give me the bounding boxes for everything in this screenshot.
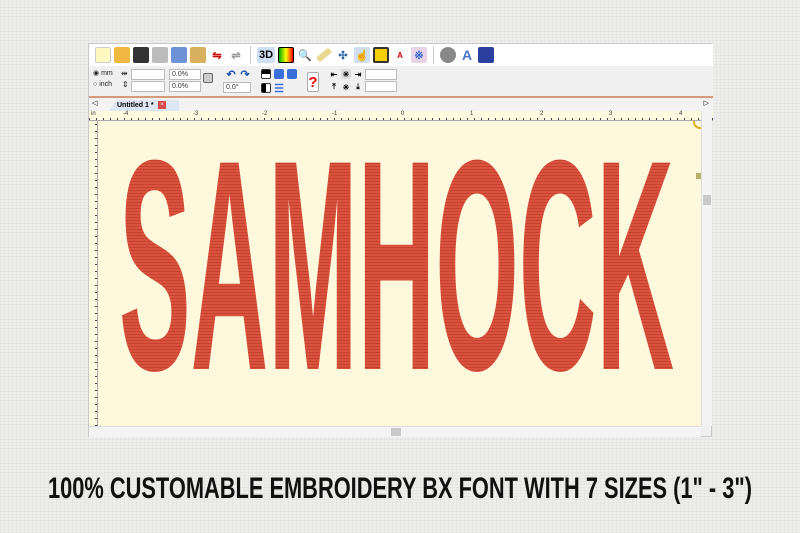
measure-icon[interactable] [315,47,333,63]
document-tabs: ◁ Untitled 1 * × ▷ [89,99,713,111]
caption-text: 100% CUSTOMABLE EMBROIDERY BX FONT WITH … [48,472,752,504]
new-file-icon[interactable] [95,47,111,63]
design-canvas[interactable]: SAMHOCK N [98,121,701,426]
align-bottom-edge-icon[interactable]: ⤓ [353,82,363,92]
height-icon: ⇕ [122,80,129,89]
rotate-right-icon[interactable]: ↷ [237,66,253,82]
vertical-scrollbar[interactable] [701,111,712,426]
ruler-unit: in [91,111,96,117]
list-icon[interactable]: ☰ [274,83,284,95]
align-left-icon[interactable] [261,83,271,93]
align-top-edge-icon[interactable]: ⤒ [329,82,339,92]
open-folder-icon[interactable] [114,47,130,63]
network-icon[interactable]: ※ [411,47,427,63]
print-icon[interactable] [152,47,168,63]
center-icon[interactable] [274,69,284,79]
properties-toolbar: ◉ mm ○ inch ⇹ ⇕ 0.0% 0.0% ↶ ↷ 0.0° ☰ ? ⇤… [89,66,713,98]
tab-scroll-left-icon[interactable]: ◁ [92,99,97,107]
unit-mm-label: mm [101,70,113,77]
horizontal-scroll-thumb[interactable] [391,428,401,436]
align-left-edge-icon[interactable]: ⇤ [329,69,339,79]
align-x-field[interactable] [365,69,397,80]
lock-ratio-icon[interactable] [203,73,213,83]
tab-scroll-right-icon[interactable]: ▷ [704,99,709,107]
horizontal-scrollbar[interactable] [89,426,701,437]
main-toolbar: ⇋ ⇌ 3D 🔍 ✣ ☝ A ※ A [89,44,713,66]
thread-spool-icon[interactable] [478,47,494,63]
toolbar-divider [433,46,434,64]
paste-icon[interactable] [190,47,206,63]
height-field[interactable] [131,81,165,92]
rotation-field[interactable]: 0.0° [223,82,251,93]
color-sequence-icon[interactable]: A [392,47,408,63]
stitch-tool-icon[interactable]: ✣ [335,47,351,63]
scale-x-field[interactable]: 0.0% [169,69,201,80]
mirror-horizontal-icon[interactable]: ⇋ [209,47,225,63]
distribute-icon[interactable] [287,69,297,79]
ruler-label: 4 [679,111,683,117]
caption-banner: 100% CUSTOMABLE EMBROIDERY BX FONT WITH … [48,472,752,504]
ruler-label: -1 [332,111,338,117]
lettering-icon[interactable]: A [459,47,475,63]
tab-title: Untitled 1 * [117,102,154,109]
mirror-vertical-icon[interactable]: ⇌ [228,47,244,63]
width-icon: ⇹ [121,69,128,78]
3d-view-button[interactable]: 3D [257,47,275,63]
settings-icon[interactable] [440,47,456,63]
tab-untitled-1[interactable]: Untitled 1 * [109,100,179,111]
unit-inch-radio[interactable]: ○ inch [93,81,112,88]
align-y-field[interactable] [365,81,397,92]
horizontal-ruler: in -4 -3 -2 -1 0 1 2 3 4 [89,111,713,121]
color-chart-icon[interactable] [278,47,294,63]
ruler-label: 1 [470,111,474,117]
select-pointer-icon[interactable]: ☝ [354,47,370,63]
zoom-icon[interactable]: 🔍 [297,47,313,63]
ruler-label: -2 [262,111,268,117]
scale-y-field[interactable]: 0.0% [169,81,201,92]
unit-mm-radio[interactable]: ◉ mm [93,69,113,77]
frame-icon[interactable] [373,47,389,63]
ruler-label: -4 [123,111,129,117]
ruler-label: -3 [193,111,199,117]
vertical-scroll-thumb[interactable] [703,195,711,205]
ruler-label: 2 [540,111,544,117]
align-center-h-icon[interactable]: ✳ [341,69,351,79]
align-top-icon[interactable] [261,69,271,79]
align-right-edge-icon[interactable]: ⇥ [353,69,363,79]
help-button[interactable]: ? [307,72,319,92]
copy-icon[interactable] [171,47,187,63]
unit-inch-label: inch [99,81,113,88]
ruler-label: 0 [401,111,405,117]
ruler-label: 3 [609,111,613,117]
width-field[interactable] [131,69,165,80]
embroidered-text[interactable]: SAMHOCK [119,121,674,426]
tab-close-button[interactable]: × [158,101,166,109]
embroidery-app-window: ⇋ ⇌ 3D 🔍 ✣ ☝ A ※ A ◉ mm ○ inch ⇹ ⇕ 0.0% … [88,43,713,437]
align-center-v-icon[interactable]: ✳ [341,82,351,92]
vertical-ruler [89,121,98,426]
toolbar-divider [250,46,251,64]
embroidery-design: SAMHOCK [119,121,674,426]
save-icon[interactable] [133,47,149,63]
